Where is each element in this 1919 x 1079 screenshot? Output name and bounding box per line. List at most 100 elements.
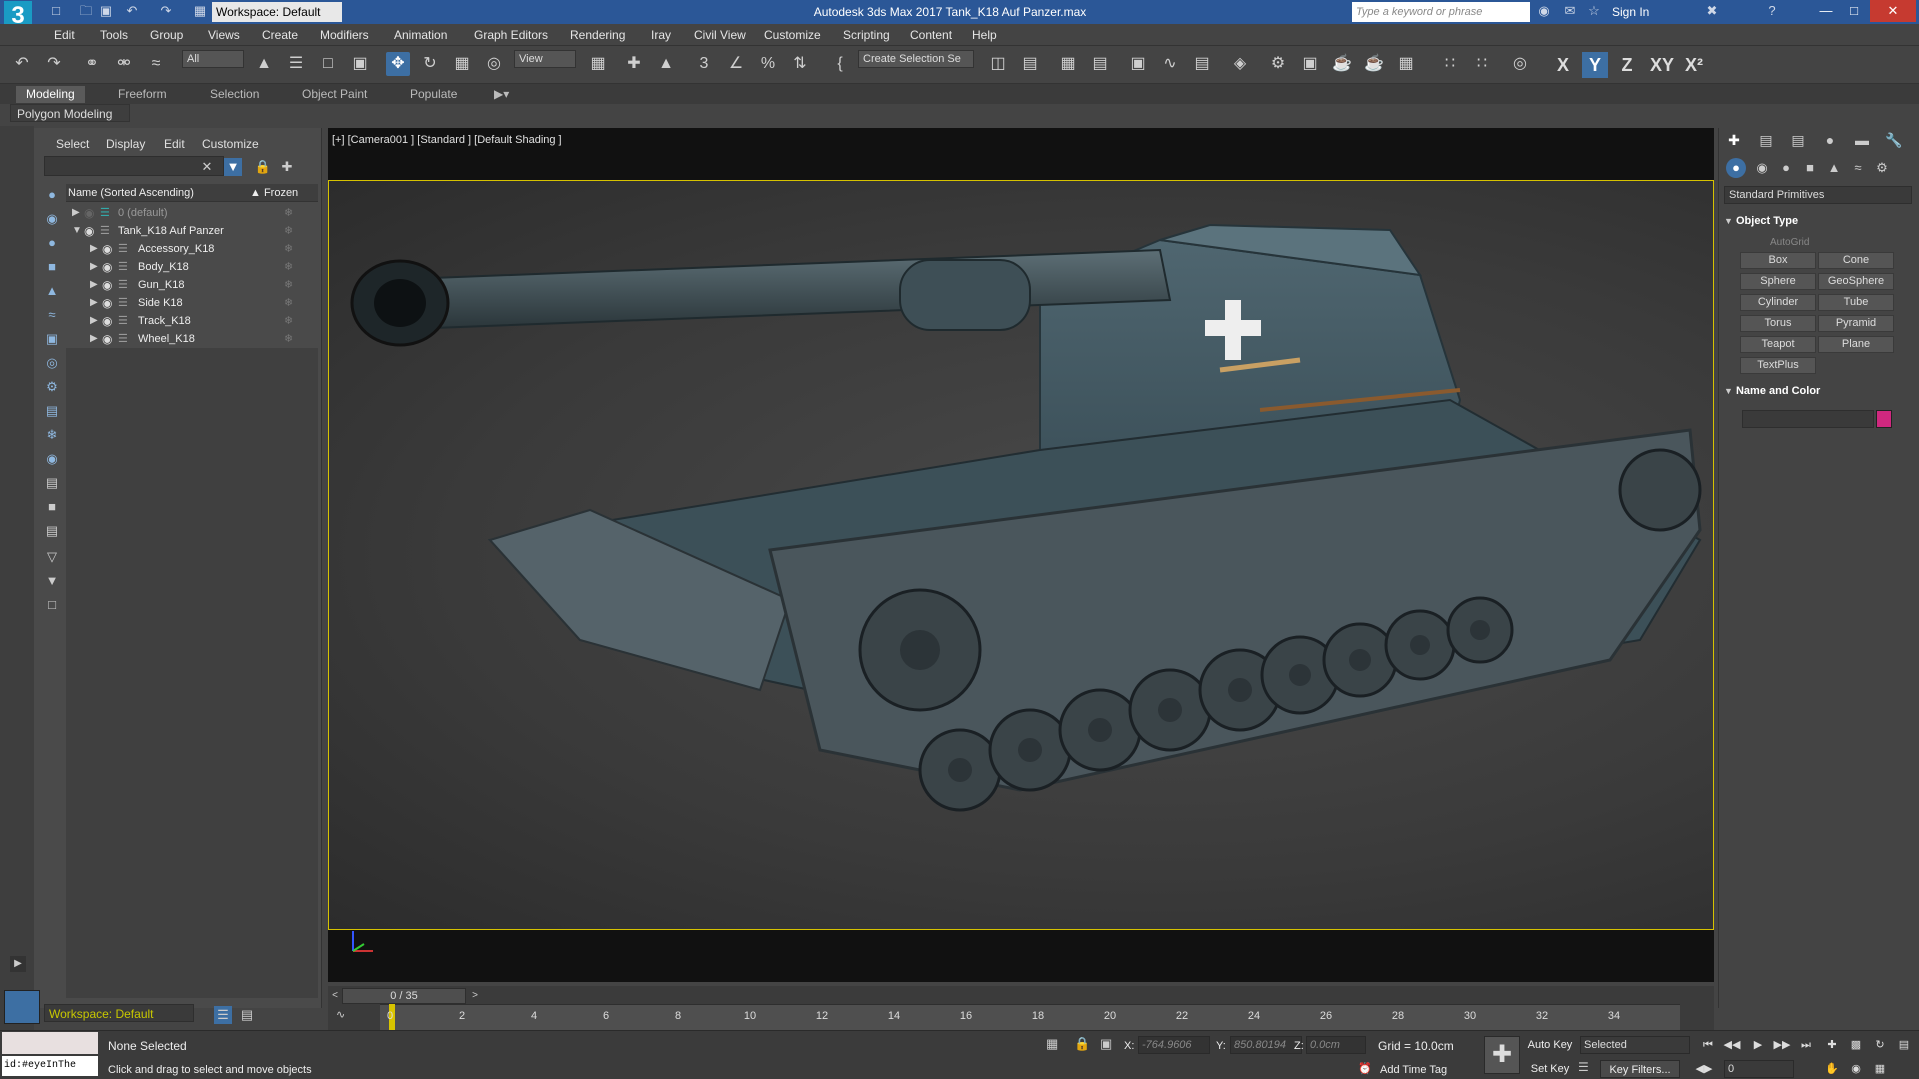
display-tab-icon[interactable]: ▬ <box>1852 130 1872 150</box>
select-object-icon[interactable]: ▲ <box>252 52 276 76</box>
minimize-button[interactable]: — <box>1812 0 1840 22</box>
material-editor-icon[interactable]: ◈ <box>1228 52 1252 76</box>
teapot-button[interactable]: Teapot <box>1740 336 1816 353</box>
sort-by-layer-icon[interactable]: ☰ <box>214 1006 232 1024</box>
explorer-workspace-dropdown[interactable]: Workspace: Default <box>44 1004 194 1022</box>
axis-constraints-icon[interactable]: ∷ <box>1470 52 1494 76</box>
filter-icon[interactable]: ▼ <box>224 158 242 176</box>
folder-icon[interactable]: □ <box>42 596 62 614</box>
communication-icon[interactable]: ✉ <box>1562 3 1578 19</box>
expand-arrow-icon[interactable]: ▶ <box>72 204 84 222</box>
unlink-icon[interactable]: ⚮ <box>112 52 136 76</box>
visibility-eye-icon[interactable]: ◉ <box>102 312 116 330</box>
binoculars-icon[interactable]: ◉ <box>1536 3 1552 19</box>
display-shapes-icon[interactable]: ● <box>42 234 62 252</box>
collapse-arrow-icon[interactable]: ▼ <box>72 222 84 240</box>
viewport-label[interactable]: [+] [Camera001 ] [Standard ] [Default Sh… <box>332 132 562 148</box>
visibility-eye-icon[interactable]: ◉ <box>102 258 116 276</box>
pivot-center-icon[interactable]: ▦ <box>586 52 610 76</box>
tab-populate[interactable]: Populate <box>400 86 467 103</box>
select-and-scale-icon[interactable]: ▦ <box>450 52 474 76</box>
name-and-color-rollout[interactable]: ▼ Name and Color <box>1724 382 1912 400</box>
schematic-view-icon[interactable]: ▤ <box>1190 52 1214 76</box>
menu-content[interactable]: Content <box>910 24 952 46</box>
visibility-eye-icon[interactable]: ◉ <box>102 240 116 258</box>
geosphere-button[interactable]: GeoSphere <box>1818 273 1894 290</box>
time-tag-icon[interactable]: ⏰ <box>1358 1062 1376 1078</box>
object-row-body[interactable]: ▶ ◉ ☰ Body_K18 ❄ <box>66 258 318 276</box>
play-icon[interactable]: ▶ <box>1748 1036 1768 1054</box>
motion-tab-icon[interactable]: ● <box>1820 130 1840 150</box>
menu-rendering[interactable]: Rendering <box>570 24 625 46</box>
edit-named-selection-icon[interactable]: { <box>828 52 852 76</box>
select-and-rotate-icon[interactable]: ↻ <box>418 52 442 76</box>
auto-key-button[interactable]: Auto Key <box>1526 1036 1574 1054</box>
object-row-gun[interactable]: ▶ ◉ ☰ Gun_K18 ❄ <box>66 276 318 294</box>
z-coordinate-field[interactable]: 0.0cm <box>1306 1036 1366 1054</box>
primitive-type-dropdown[interactable]: Standard Primitives <box>1724 186 1912 204</box>
explorer-toggle-button[interactable] <box>4 990 40 1024</box>
render-production-icon[interactable]: ☕ <box>1330 52 1354 76</box>
key-selection-dropdown[interactable]: Selected <box>1580 1036 1690 1054</box>
y-coordinate-field[interactable]: 850.80194 <box>1230 1036 1302 1054</box>
spinner-snap-icon[interactable]: ⇅ <box>788 52 812 76</box>
display-children-icon[interactable]: ■ <box>42 498 62 516</box>
freeze-icon[interactable]: ❄ <box>284 330 298 348</box>
undo-icon[interactable]: ↶ <box>124 3 140 19</box>
absolute-mode-icon[interactable]: ▣ <box>1100 1036 1118 1054</box>
lights-icon[interactable]: ● <box>1776 158 1796 178</box>
display-frozen-icon[interactable]: ▤ <box>42 474 62 492</box>
menu-animation[interactable]: Animation <box>394 24 447 46</box>
menu-views[interactable]: Views <box>208 24 240 46</box>
new-file-icon[interactable]: □ <box>48 3 64 19</box>
menu-create[interactable]: Create <box>262 24 298 46</box>
snaps-toggle-icon[interactable]: 3 <box>692 52 716 76</box>
object-row-track[interactable]: ▶ ◉ ☰ Track_K18 ❄ <box>66 312 318 330</box>
sign-in-button[interactable]: Sign In <box>1612 0 1649 24</box>
column-frozen-header[interactable]: ▲ Frozen <box>250 184 298 202</box>
display-geometry-icon[interactable]: ◉ <box>42 210 62 228</box>
freeze-icon[interactable]: ❄ <box>284 276 298 294</box>
cylinder-button[interactable]: Cylinder <box>1740 294 1816 311</box>
menu-help[interactable]: Help <box>972 24 997 46</box>
freeze-icon[interactable]: ❄ <box>284 312 298 330</box>
walk-through-icon[interactable]: ◉ <box>1846 1060 1866 1078</box>
pyramid-button[interactable]: Pyramid <box>1818 315 1894 332</box>
toggle-ribbon-icon[interactable]: ▣ <box>1126 52 1150 76</box>
freeze-icon[interactable]: ❄ <box>284 258 298 276</box>
object-row-accessory[interactable]: ▶ ◉ ☰ Accessory_K18 ❄ <box>66 240 318 258</box>
autogrid-checkbox[interactable]: AutoGrid <box>1770 236 1809 250</box>
expand-arrow-icon[interactable]: ▶ <box>90 330 102 348</box>
create-tab-icon[interactable]: ✚ <box>1724 130 1744 150</box>
expand-arrow-icon[interactable]: ▶ <box>90 312 102 330</box>
visibility-eye-icon[interactable]: ◉ <box>102 294 116 312</box>
window-crossing-icon[interactable]: ▣ <box>348 52 372 76</box>
freeze-icon[interactable]: ❄ <box>284 222 298 240</box>
menu-graph-editors[interactable]: Graph Editors <box>474 24 548 46</box>
object-color-swatch[interactable] <box>1876 410 1892 428</box>
open-file-icon[interactable]: 🗀 <box>78 3 94 19</box>
expand-arrow-icon[interactable]: ▶ <box>90 294 102 312</box>
menu-tools[interactable]: Tools <box>100 24 128 46</box>
object-row-wheel[interactable]: ▶ ◉ ☰ Wheel_K18 ❄ <box>66 330 318 348</box>
percent-snap-icon[interactable]: % <box>756 52 780 76</box>
go-to-start-icon[interactable]: ⏮ <box>1698 1036 1718 1054</box>
display-xrefs-icon[interactable]: ⚙ <box>42 378 62 396</box>
tab-selection[interactable]: Selection <box>200 86 269 103</box>
se-menu-customize[interactable]: Customize <box>202 136 259 152</box>
key-filters-button[interactable]: Key Filters... <box>1600 1060 1680 1078</box>
display-hidden-icon[interactable]: ◉ <box>42 450 62 468</box>
column-name-header[interactable]: Name (Sorted Ascending) <box>68 184 194 202</box>
object-name-field[interactable] <box>1742 410 1874 428</box>
layer-row-default[interactable]: ▶ ◉ ☰ 0 (default) ❄ <box>66 204 318 222</box>
workspace-dropdown[interactable]: Workspace: Default <box>212 2 342 22</box>
modify-tab-icon[interactable]: ▤ <box>1756 130 1776 150</box>
textplus-button[interactable]: TextPlus <box>1740 357 1816 374</box>
keyboard-shortcut-icon[interactable]: ▲ <box>654 52 678 76</box>
cone-button[interactable]: Cone <box>1818 252 1894 269</box>
sort-by-hierarchy-icon[interactable]: ▤ <box>238 1006 256 1024</box>
scene-search-input[interactable] <box>44 156 224 176</box>
select-manipulate-icon[interactable]: ✚ <box>622 52 646 76</box>
prev-frame-arrow-icon[interactable]: < <box>328 988 342 1004</box>
filter-selected-icon[interactable]: ▼ <box>42 572 62 590</box>
